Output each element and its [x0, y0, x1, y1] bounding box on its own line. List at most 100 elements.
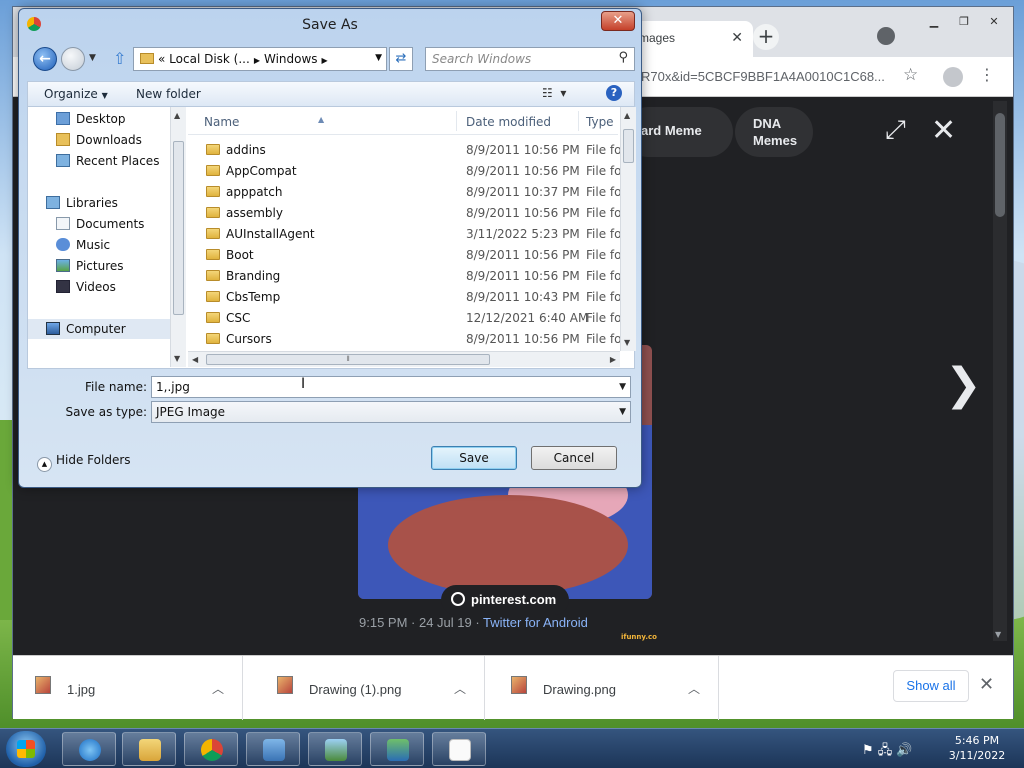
- taskbar-file-explorer[interactable]: [122, 732, 176, 766]
- column-date-modified[interactable]: Date modified: [466, 115, 551, 129]
- scroll-down-icon[interactable]: ▼: [174, 354, 180, 363]
- file-row[interactable]: addins 8/9/2011 10:56 PM File fol: [188, 139, 625, 160]
- taskbar-photo-viewer[interactable]: [308, 732, 362, 766]
- nav-item-desktop[interactable]: Desktop: [28, 109, 186, 129]
- taskbar-notepad[interactable]: [432, 732, 486, 766]
- file-row[interactable]: CbsTemp 8/9/2011 10:43 PM File fol: [188, 286, 625, 307]
- file-row[interactable]: Boot 8/9/2011 10:56 PM File fol: [188, 244, 625, 265]
- taskbar-clock[interactable]: 5:46 PM 3/11/2022: [942, 733, 1012, 763]
- breadcrumb-arrow-icon[interactable]: ▶: [322, 56, 328, 65]
- download-item[interactable]: 1.jpg ︿: [13, 656, 243, 720]
- tab-search-icon[interactable]: [877, 27, 895, 45]
- file-row[interactable]: CSC 12/12/2021 6:40 AM File fol: [188, 307, 625, 328]
- new-tab-button[interactable]: +: [753, 24, 779, 50]
- view-options-icon[interactable]: ☷ ▾: [542, 86, 566, 100]
- path-dropdown-icon[interactable]: ▼: [375, 53, 382, 63]
- documents-icon: [56, 217, 70, 230]
- nav-item-downloads[interactable]: Downloads: [28, 130, 186, 150]
- forward-arrow-icon[interactable]: [61, 47, 85, 71]
- breadcrumb-arrow-icon[interactable]: ▶: [254, 56, 260, 65]
- help-icon[interactable]: ?: [606, 85, 622, 101]
- scroll-right-icon[interactable]: ▶: [610, 355, 616, 364]
- chevron-up-icon[interactable]: ︿: [688, 680, 700, 697]
- close-icon[interactable]: ✕: [981, 13, 1007, 31]
- save-type-select[interactable]: JPEG Image ▼: [151, 401, 631, 423]
- minimize-icon[interactable]: ▁: [921, 13, 947, 31]
- scroll-left-icon[interactable]: ◀: [192, 355, 198, 364]
- file-row[interactable]: Cursors 8/9/2011 10:56 PM File fol: [188, 328, 625, 349]
- tab-title: mages: [639, 31, 676, 45]
- source-badge[interactable]: pinterest.com: [441, 585, 569, 615]
- next-arrow-icon[interactable]: ❯: [945, 359, 982, 410]
- download-item[interactable]: Drawing.png ︿: [489, 656, 719, 720]
- browser-tab[interactable]: mages ✕: [633, 21, 753, 57]
- dialog-close-button[interactable]: ✕: [601, 11, 635, 31]
- file-list-vscrollbar[interactable]: ▲ ▼: [620, 107, 636, 351]
- address-breadcrumb[interactable]: « Local Disk (... ▶ Windows ▶ ▼: [133, 47, 387, 71]
- scroll-down-icon[interactable]: ▼: [624, 338, 630, 347]
- nav-item-documents[interactable]: Documents: [28, 214, 186, 234]
- recent-locations-dropdown-icon[interactable]: ▼: [89, 53, 96, 63]
- scrollbar-thumb[interactable]: [623, 129, 634, 163]
- search-icon[interactable]: ⚲: [618, 50, 628, 65]
- bookmark-star-icon[interactable]: ☆: [903, 65, 918, 85]
- chevron-up-icon[interactable]: ︿: [454, 680, 466, 697]
- nav-item-music[interactable]: Music: [28, 235, 186, 255]
- restore-icon[interactable]: ❐: [951, 13, 977, 31]
- column-name[interactable]: Name: [204, 115, 239, 129]
- url-text[interactable]: R70x&id=5CBCF9BBF1A4A0010C1C68...: [641, 69, 885, 84]
- file-row[interactable]: Branding 8/9/2011 10:56 PM File fol: [188, 265, 625, 286]
- nav-item-videos[interactable]: Videos: [28, 277, 186, 297]
- scrollbar-thumb[interactable]: [995, 113, 1005, 217]
- download-item[interactable]: Drawing (1).png ︿: [255, 656, 485, 720]
- file-row[interactable]: apppatch 8/9/2011 10:37 PM File fol: [188, 181, 625, 202]
- file-row[interactable]: AUInstallAgent 3/11/2022 5:23 PM File fol: [188, 223, 625, 244]
- profile-avatar-icon[interactable]: [943, 67, 963, 87]
- nav-item-computer[interactable]: Computer: [28, 319, 186, 339]
- nav-item-libraries[interactable]: Libraries: [28, 193, 186, 213]
- nav-pane-scrollbar[interactable]: ▲ ▼: [170, 107, 186, 367]
- chevron-down-icon[interactable]: ▼: [619, 382, 626, 392]
- column-type[interactable]: Type: [586, 115, 614, 129]
- nav-item-pictures[interactable]: Pictures: [28, 256, 186, 276]
- save-button[interactable]: Save: [431, 446, 517, 470]
- file-row[interactable]: AppCompat 8/9/2011 10:56 PM File fol: [188, 160, 625, 181]
- page-scrollbar[interactable]: ▼: [993, 101, 1007, 641]
- file-list-hscrollbar[interactable]: ◀ ⦀ ▶: [188, 351, 620, 367]
- chevron-down-icon[interactable]: ▼: [619, 407, 626, 417]
- nav-item-recent-places[interactable]: Recent Places: [28, 151, 186, 171]
- hide-folders-button[interactable]: ▲ Hide Folders: [37, 453, 131, 472]
- taskbar-chrome[interactable]: [184, 732, 238, 766]
- show-all-button[interactable]: Show all: [893, 670, 969, 702]
- expand-icon[interactable]: ⤢: [885, 115, 906, 146]
- file-row[interactable]: assembly 8/9/2011 10:56 PM File fol: [188, 202, 625, 223]
- start-button[interactable]: [6, 731, 46, 767]
- breadcrumb-segment[interactable]: Local Disk (...: [169, 52, 250, 66]
- organize-button[interactable]: Organize ▼: [44, 87, 108, 101]
- new-folder-button[interactable]: New folder: [136, 87, 201, 101]
- refresh-icon[interactable]: ⇄: [389, 47, 413, 71]
- caption-link[interactable]: Twitter for Android: [483, 615, 588, 630]
- cancel-button[interactable]: Cancel: [531, 446, 617, 470]
- scroll-down-icon[interactable]: ▼: [995, 630, 1001, 639]
- taskbar-control-panel[interactable]: [246, 732, 300, 766]
- taskbar-internet-explorer[interactable]: [62, 732, 116, 766]
- tab-close-icon[interactable]: ✕: [731, 29, 743, 46]
- file-name-input[interactable]: 1,.jpg ▼: [151, 376, 631, 398]
- scrollbar-thumb[interactable]: ⦀: [206, 354, 490, 365]
- system-tray-icons[interactable]: ⚑ 🖧 🔊: [862, 741, 913, 763]
- browser-menu-icon[interactable]: ⋮: [979, 65, 995, 84]
- scroll-up-icon[interactable]: ▲: [174, 111, 180, 120]
- viewer-close-icon[interactable]: ✕: [931, 113, 956, 148]
- file-name-label: File name:: [85, 380, 147, 394]
- breadcrumb-segment[interactable]: Windows: [264, 52, 318, 66]
- downloads-close-icon[interactable]: ✕: [979, 674, 994, 695]
- chevron-up-icon[interactable]: ︿: [212, 680, 224, 697]
- related-chip[interactable]: DNA Memes: [735, 107, 813, 157]
- taskbar-app[interactable]: [370, 732, 424, 766]
- scroll-up-icon[interactable]: ▲: [624, 111, 630, 120]
- scrollbar-thumb[interactable]: [173, 141, 184, 315]
- search-input[interactable]: Search Windows ⚲: [425, 47, 635, 71]
- up-folder-icon[interactable]: ⇧: [113, 49, 126, 68]
- back-arrow-icon[interactable]: ←: [33, 47, 57, 71]
